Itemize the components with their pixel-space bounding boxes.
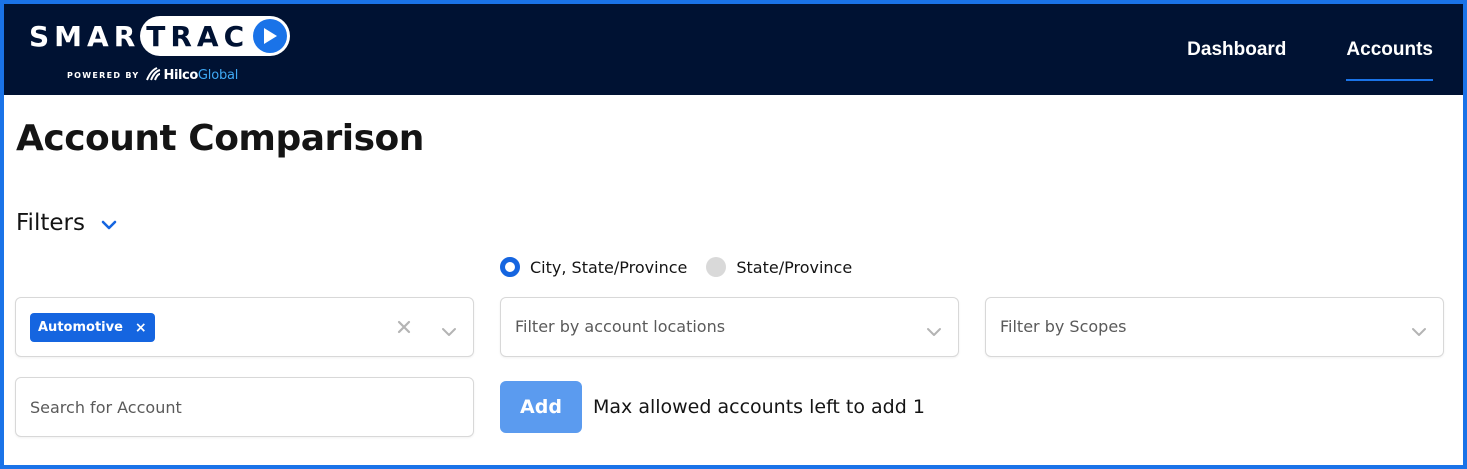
radio-option-state[interactable]: State/Province — [706, 257, 852, 277]
account-locations-select[interactable]: Filter by account locations — [500, 297, 959, 357]
radio-button-unchecked[interactable] — [706, 257, 727, 277]
radio-label-state: State/Province — [736, 257, 853, 277]
logo-text-smar: SMAR — [29, 19, 141, 53]
hilco-globe-icon — [146, 66, 161, 85]
selected-chip-automotive: Automotive × — [30, 313, 155, 342]
max-accounts-remaining-text: Max allowed accounts left to add 1 — [593, 396, 925, 418]
locations-placeholder: Filter by account locations — [515, 317, 726, 336]
chevron-down-icon — [101, 215, 117, 234]
filters-label: Filters — [16, 210, 85, 236]
filters-toggle[interactable]: Filters — [16, 210, 117, 236]
app-window: SMAR TRAC POWERED BY Hilco Global Dashbo… — [0, 0, 1467, 469]
logo-wordmark: SMAR TRAC — [29, 16, 291, 56]
chip-remove-icon[interactable]: × — [135, 320, 147, 336]
location-mode-radio-group: City, State/Province State/Province — [500, 257, 852, 277]
powered-by-text: POWERED BY — [67, 71, 140, 80]
logo-text-trac: TRAC — [146, 19, 250, 53]
radio-option-city-state[interactable]: City, State/Province — [500, 257, 687, 277]
partner-name-hilco: Hilco — [163, 68, 198, 83]
radio-button-checked[interactable] — [500, 257, 520, 277]
chip-label: Automotive — [38, 320, 123, 335]
smartrac-logo[interactable]: SMAR TRAC POWERED BY Hilco Global — [29, 14, 319, 86]
play-icon — [253, 19, 288, 53]
partner-name-global: Global — [197, 68, 239, 83]
top-navigation-bar: SMAR TRAC POWERED BY Hilco Global Dashbo… — [4, 4, 1463, 95]
radio-label-city-state: City, State/Province — [530, 257, 688, 277]
main-nav: Dashboard Accounts — [1187, 4, 1433, 95]
account-search-input[interactable] — [16, 378, 473, 436]
chevron-down-icon[interactable] — [926, 322, 942, 341]
chevron-down-icon[interactable] — [1411, 322, 1427, 341]
page-title: Account Comparison — [16, 118, 424, 159]
add-account-button[interactable]: Add — [500, 381, 582, 433]
scopes-select[interactable]: Filter by Scopes — [985, 297, 1444, 357]
powered-by-line: POWERED BY Hilco Global — [67, 66, 238, 85]
scopes-placeholder: Filter by Scopes — [1000, 317, 1127, 336]
chevron-down-icon[interactable] — [441, 322, 457, 341]
nav-item-accounts[interactable]: Accounts — [1346, 4, 1433, 95]
industry-multiselect[interactable]: Automotive × — [15, 297, 474, 357]
logo-pill: TRAC — [140, 16, 291, 56]
close-icon[interactable] — [396, 319, 412, 339]
nav-item-dashboard[interactable]: Dashboard — [1187, 4, 1286, 95]
account-search-field — [15, 377, 474, 437]
